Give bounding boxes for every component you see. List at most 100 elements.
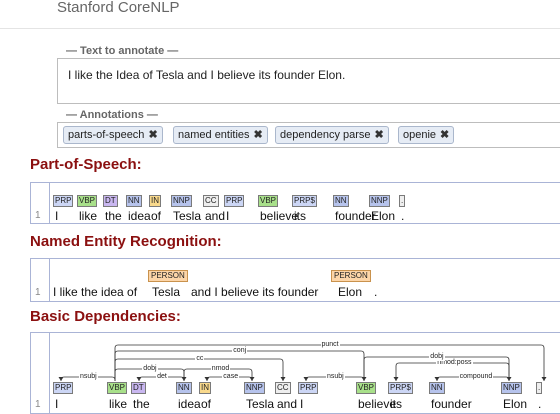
arc-arrowhead	[204, 377, 210, 381]
dep-token-tag: VBP	[107, 382, 128, 394]
pos-token-tag: .	[399, 195, 406, 207]
ner-entity-word-1: Tesla	[152, 285, 181, 299]
ner-entity-word-2: Elon	[338, 285, 363, 299]
line-number: 1	[35, 287, 41, 298]
dependency-arc-label: case	[222, 373, 240, 381]
dependency-arc-label: dobj	[142, 365, 158, 373]
text-to-annotate-value[interactable]: I like the Idea of Tesla and I believe i…	[68, 68, 345, 82]
dep-token-tag: CC	[275, 382, 291, 394]
dependency-arc-label: dobj	[429, 353, 445, 361]
dep-token-word: founder	[431, 397, 472, 411]
pos-token-tag: NNP	[171, 195, 192, 207]
dep-token-tag: IN	[199, 382, 211, 394]
dep-token-tag: NN	[429, 382, 445, 394]
ner-entity-label-2: PERSON	[331, 270, 371, 282]
dep-token-word: Tesla	[246, 397, 275, 411]
arc-arrowhead	[280, 377, 286, 381]
chip-named-entities[interactable]: named entities ✖	[173, 126, 268, 144]
pos-token-word: .	[401, 209, 405, 223]
dep-token-tag: NNP	[501, 382, 522, 394]
pos-token-word: the	[105, 209, 122, 223]
arc-arrowhead	[434, 377, 440, 381]
pos-token-word: and	[205, 209, 226, 223]
dep-token-word: of	[201, 397, 212, 411]
dep-token-word: .	[538, 397, 542, 411]
remove-chip-icon[interactable]: ✖	[375, 129, 384, 141]
pos-token-tag: CC	[203, 195, 219, 207]
remove-chip-icon[interactable]: ✖	[440, 129, 449, 141]
dependency-arc-label: compound	[458, 373, 494, 381]
dep-token-tag: PRP	[298, 382, 319, 394]
pos-token-tag: NN	[333, 195, 349, 207]
remove-chip-icon[interactable]: ✖	[254, 129, 263, 141]
pos-token-tag: PRP	[224, 195, 245, 207]
dependency-arc-label: conj	[232, 347, 248, 355]
deps-panel: 1 PRP I VBP like DT the NN idea IN of NNP Tesla CC an…	[30, 332, 560, 414]
chip-parts-of-speech[interactable]: parts-of-speech ✖	[63, 126, 163, 144]
line-number: 1	[35, 399, 41, 410]
dep-token-word: idea	[178, 397, 201, 411]
ner-entity-label-1: PERSON	[148, 270, 188, 282]
chip-openie[interactable]: openie ✖	[398, 126, 455, 144]
deps-section-title: Basic Dependencies:	[30, 308, 181, 325]
ner-text-before: I like the idea of	[53, 285, 138, 299]
dep-token-word: the	[133, 397, 150, 411]
arc-arrowhead	[249, 377, 255, 381]
ner-text-middle: and I believe its founder	[191, 285, 319, 299]
pos-panel: 1 PRP I VBP like DT the NN idea IN of NNP Tesla CC an…	[30, 182, 560, 224]
pos-section-title: Part-of-Speech:	[30, 156, 142, 173]
chip-label: parts-of-speech	[68, 129, 145, 141]
arc-arrowhead	[58, 377, 64, 381]
pos-token-word: founder	[335, 209, 376, 223]
pos-token-tag: NN	[126, 195, 142, 207]
arc-arrowhead	[303, 377, 309, 381]
dep-token-tag: NN	[176, 382, 192, 394]
dependency-arc-label: det	[156, 373, 168, 381]
dependency-arc-label: cc	[195, 355, 205, 363]
line-gutter: 1	[31, 259, 50, 301]
dep-token-tag: VBP	[356, 382, 377, 394]
dep-token-word: I	[55, 397, 59, 411]
pos-token-tag: DT	[103, 195, 118, 207]
arc-arrowhead	[136, 377, 142, 381]
pos-token-tag: PRP	[53, 195, 74, 207]
header-bar: Stanford CoreNLP	[0, 0, 560, 29]
arc-arrowhead	[506, 377, 512, 381]
text-to-annotate-input[interactable]: I like the Idea of Tesla and I believe i…	[57, 58, 560, 104]
pos-token-word: Tesla	[173, 209, 202, 223]
pos-token-word: of	[151, 209, 162, 223]
app-title: Stanford CoreNLP	[57, 0, 180, 16]
pos-token-word: its	[294, 209, 306, 223]
dep-token-word: I	[300, 397, 304, 411]
pos-token-word: I	[226, 209, 230, 223]
dep-token-word: its	[390, 397, 402, 411]
pos-token-tag: VBP	[258, 195, 279, 207]
pos-token-tag: IN	[149, 195, 161, 207]
dep-token-tag: .	[536, 382, 543, 394]
pos-token-word: Elon	[371, 209, 396, 223]
chip-label: dependency parse	[280, 129, 371, 141]
line-gutter: 1	[31, 183, 50, 223]
pos-token-word: believe	[260, 209, 299, 223]
text-to-annotate-legend: — Text to annotate —	[62, 45, 183, 57]
pos-token-word: like	[79, 209, 98, 223]
chip-dependency-parse[interactable]: dependency parse ✖	[275, 126, 389, 144]
annotations-select[interactable]: parts-of-speech ✖ named entities ✖ depende…	[57, 122, 560, 148]
dep-token-tag: PRP	[53, 382, 74, 394]
dependency-arc-label: nmod	[210, 365, 231, 373]
remove-chip-icon[interactable]: ✖	[148, 129, 157, 141]
chip-label: named entities	[178, 129, 250, 141]
ner-panel: 1 I like the idea of PERSON Tesla and I …	[30, 258, 560, 302]
pos-token-tag: NNP	[369, 195, 390, 207]
dep-token-word: Elon	[503, 397, 528, 411]
pos-token-word: I	[55, 209, 59, 223]
arc-arrowhead	[541, 377, 547, 381]
pos-token-tag: PRP$	[292, 195, 317, 207]
line-number: 1	[35, 210, 41, 221]
dep-token-word: and	[277, 397, 298, 411]
arc-arrowhead	[393, 377, 399, 381]
line-gutter: 1	[31, 333, 50, 413]
pos-token-word: idea	[128, 209, 151, 223]
dependency-arc-label: nsubj	[326, 373, 345, 381]
dependency-arc-label: punct	[320, 341, 340, 349]
